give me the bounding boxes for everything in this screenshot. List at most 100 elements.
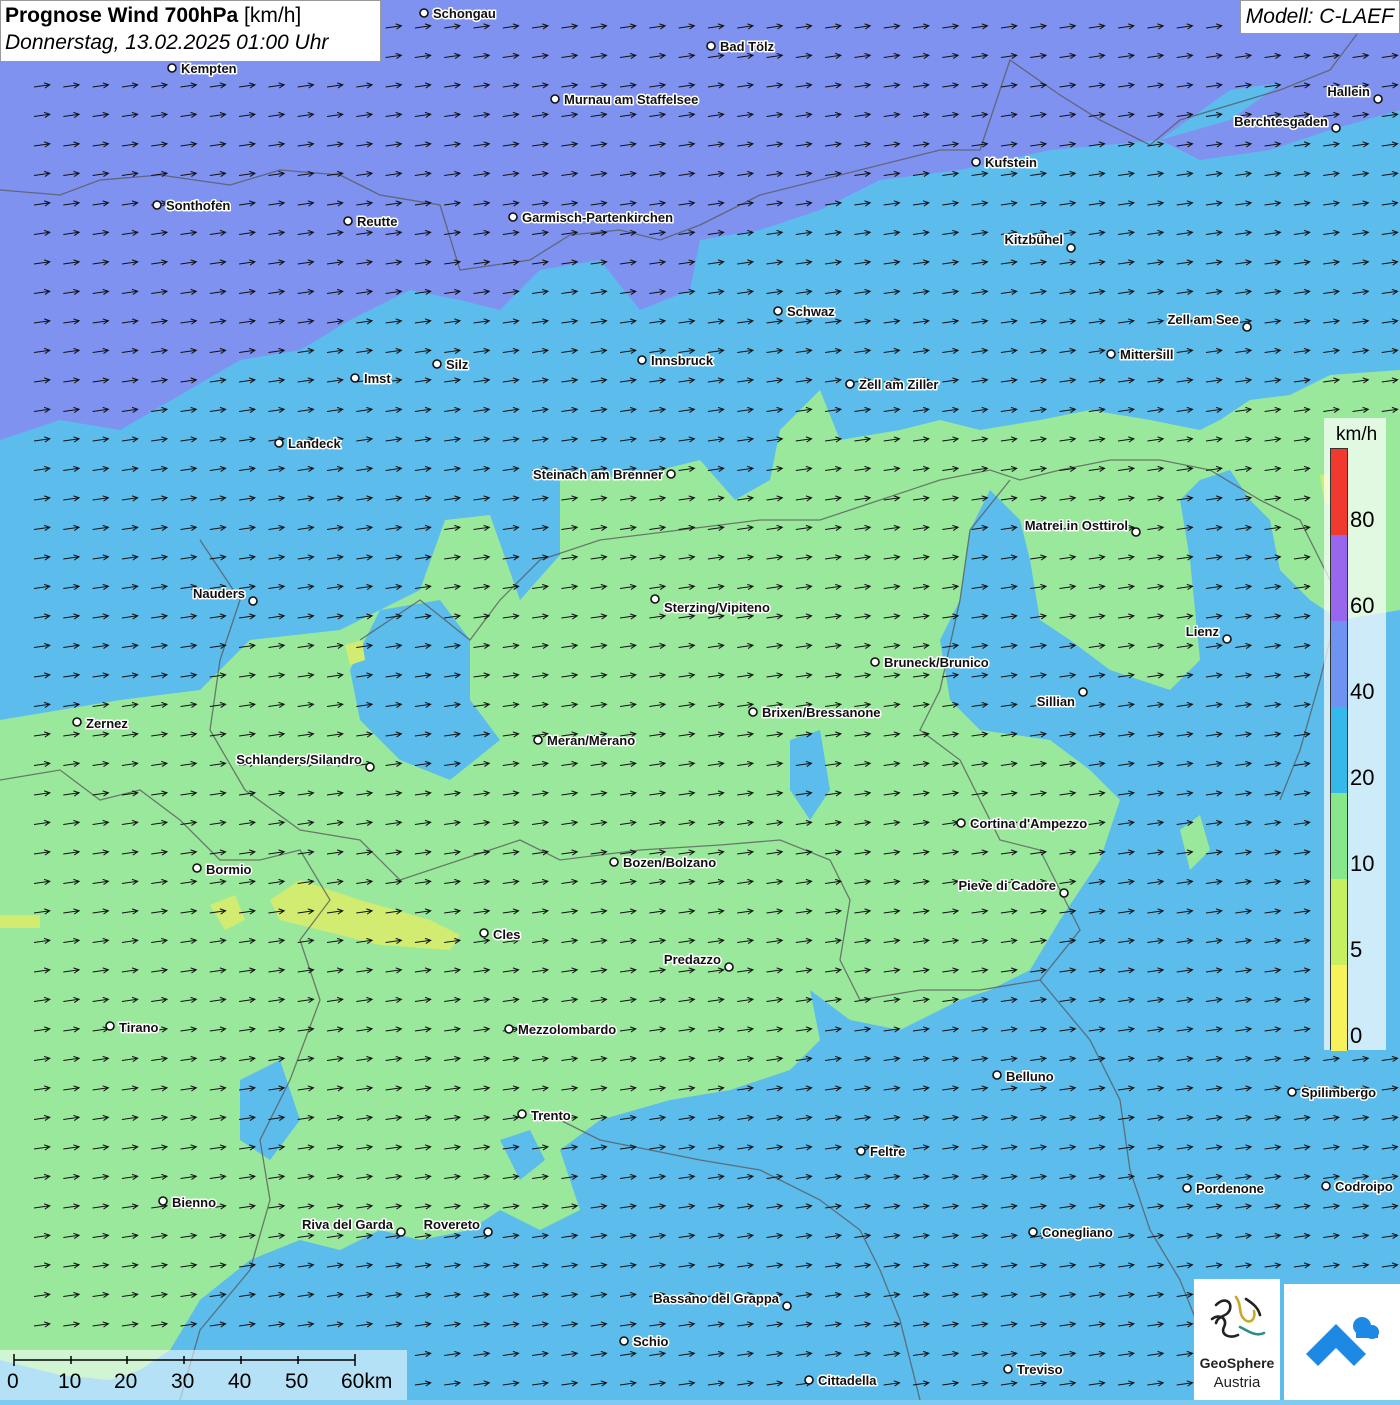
city-marker — [1287, 1087, 1297, 1097]
city-label: Pordenone — [1196, 1181, 1264, 1196]
city-marker — [479, 928, 489, 938]
city-label: Bienno — [172, 1195, 216, 1210]
geosphere-logo-name: GeoSphere — [1199, 1355, 1275, 1371]
city-label: Sonthofen — [166, 198, 230, 213]
city-label: Bozen/Bolzano — [623, 855, 716, 870]
city-label: Kempten — [181, 61, 237, 76]
city-label: Kitzbühel — [1005, 232, 1064, 247]
city-marker — [856, 1146, 866, 1156]
city-label: Bruneck/Brunico — [884, 655, 989, 670]
city-marker — [419, 8, 429, 18]
geosphere-logo[interactable]: GeoSphere Austria — [1194, 1279, 1280, 1400]
city-label: Landeck — [288, 436, 342, 451]
city-label: Lienz — [1186, 624, 1220, 639]
city-marker — [971, 157, 981, 167]
scale-bar: 0 10 20 30 40 50 60km — [0, 1350, 407, 1400]
city-marker — [192, 863, 202, 873]
city-marker — [1242, 322, 1252, 332]
city-label: Schio — [633, 1334, 668, 1349]
city-marker — [1106, 349, 1116, 359]
weather-app-badge[interactable] — [1284, 1284, 1400, 1400]
city-label: Conegliano — [1042, 1225, 1113, 1240]
legend-segment-40 — [1331, 621, 1347, 707]
legend-tick-60: 60 — [1350, 593, 1375, 618]
city-label: Riva del Garda — [302, 1217, 394, 1232]
model-label: Modell: C-LAEF — [1239, 0, 1400, 34]
city-label: Meran/Merano — [547, 733, 635, 748]
city-marker — [158, 1196, 168, 1206]
city-marker — [804, 1375, 814, 1385]
city-label: Cortina d'Ampezzo — [970, 816, 1087, 831]
legend-segment-60 — [1331, 535, 1347, 621]
city-marker — [167, 63, 177, 73]
city-marker — [1059, 888, 1069, 898]
city-label: Belluno — [1006, 1069, 1054, 1084]
city-marker — [508, 212, 518, 222]
city-label: Mezzolombardo — [518, 1022, 616, 1037]
city-label: Cles — [493, 927, 520, 942]
city-label: Bormio — [206, 862, 252, 877]
city-marker — [666, 469, 676, 479]
city-label: Matrei in Osttirol — [1025, 518, 1128, 533]
city-marker — [1331, 123, 1341, 133]
city-label: Hallein — [1327, 84, 1370, 99]
city-marker — [483, 1227, 493, 1237]
city-label: Brixen/Bressanone — [762, 705, 881, 720]
city-label: Imst — [364, 371, 391, 386]
city-label: Sillian — [1037, 694, 1075, 709]
city-label: Predazzo — [664, 952, 721, 967]
city-marker — [105, 1021, 115, 1031]
city-marker — [1028, 1227, 1038, 1237]
city-label: Bassano del Grappa — [653, 1291, 779, 1306]
map-title: Prognose Wind 700hPa [km/h] — [5, 4, 376, 28]
city-marker — [773, 306, 783, 316]
city-label: Zernez — [86, 716, 128, 731]
legend-tick-0: 0 — [1350, 1023, 1363, 1048]
city-marker — [724, 962, 734, 972]
color-legend: km/h 80 60 40 20 10 5 0 — [1324, 418, 1386, 1051]
city-label: Innsbruck — [651, 353, 714, 368]
city-marker — [1003, 1364, 1013, 1374]
legend-segment-5 — [1331, 879, 1347, 965]
city-label: Rovereto — [424, 1217, 480, 1232]
legend-tick-80: 80 — [1350, 507, 1375, 532]
city-label: Schwaz — [787, 304, 835, 319]
city-marker — [1321, 1181, 1331, 1191]
city-label: Nauders — [193, 586, 245, 601]
city-label: Garmisch-Partenkirchen — [522, 210, 673, 225]
scale-label-60km: 60km — [341, 1370, 393, 1393]
city-label: Murnau am Staffelsee — [564, 92, 698, 107]
city-marker — [248, 596, 258, 606]
legend-segment-10 — [1331, 793, 1347, 879]
geosphere-emblem-icon — [1210, 1295, 1266, 1338]
title-box: Prognose Wind 700hPa [km/h] Donnerstag, … — [0, 0, 381, 62]
legend-tick-40: 40 — [1350, 679, 1375, 704]
legend-segment-20 — [1331, 707, 1347, 793]
city-marker — [706, 41, 716, 51]
city-label: Schlanders/Silandro — [236, 752, 362, 767]
city-label: Mittersill — [1120, 347, 1173, 362]
city-marker — [782, 1301, 792, 1311]
city-label: Reutte — [357, 214, 397, 229]
city-label: Cittadella — [818, 1373, 877, 1388]
city-label: Trento — [531, 1108, 571, 1123]
city-label: Silz — [446, 357, 469, 372]
city-label: Berchtesgaden — [1234, 114, 1328, 129]
legend-tick-10: 10 — [1350, 851, 1375, 876]
city-marker — [432, 359, 442, 369]
city-marker — [1182, 1183, 1192, 1193]
city-marker — [956, 818, 966, 828]
legend-segment-0 — [1331, 965, 1347, 1051]
city-label: Feltre — [870, 1144, 905, 1159]
city-marker — [365, 762, 375, 772]
city-marker — [870, 657, 880, 667]
city-label: Tirano — [119, 1020, 159, 1035]
city-label: Pieve di Cadore — [958, 878, 1056, 893]
city-marker — [1131, 527, 1141, 537]
city-label: Zell am See — [1167, 312, 1239, 327]
wind-zone-5-10-c — [0, 915, 40, 928]
city-marker — [72, 717, 82, 727]
wind-map[interactable]: Schongau Bad Tölz Kempten Murnau am Staffel… — [0, 0, 1400, 1400]
city-label: Zell am Ziller — [859, 377, 938, 392]
city-marker — [637, 355, 647, 365]
